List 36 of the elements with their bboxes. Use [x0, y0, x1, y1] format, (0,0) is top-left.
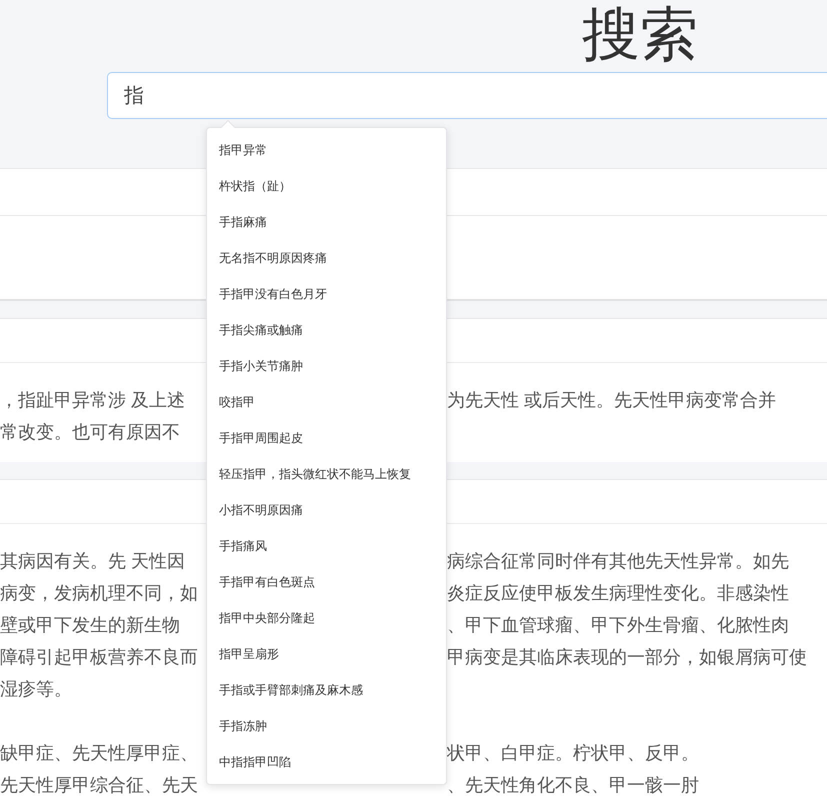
- description-text: 缺甲症、先天性厚甲症、: [0, 742, 198, 762]
- suggestion-item[interactable]: 手指甲没有白色月牙: [207, 276, 446, 312]
- description-text: 为先天性 或后天性。先天性甲病变常合并: [447, 390, 776, 410]
- suggestion-item[interactable]: 无名指不明原因疼痛: [207, 240, 446, 276]
- suggestion-item[interactable]: 手指尖痛或触痛: [207, 312, 446, 348]
- suggestion-item[interactable]: 轻压指甲，指头微红状不能马上恢复: [207, 456, 446, 492]
- suggestion-item[interactable]: 手指甲有白色斑点: [207, 564, 446, 600]
- suggestion-item[interactable]: 指甲中央部分隆起: [207, 600, 446, 636]
- description-text: 状甲、白甲症。柠状甲、反甲。: [447, 742, 699, 762]
- suggestion-item[interactable]: 手指痛风: [207, 528, 446, 564]
- description-text: ，指趾甲异常涉 及上述: [0, 390, 186, 410]
- suggestion-item[interactable]: 小指不明原因痛: [207, 492, 446, 528]
- description-text: 病变，发病机理不同，如: [0, 582, 198, 602]
- suggestion-item[interactable]: 杵状指（趾）: [207, 168, 446, 204]
- search-field[interactable]: 指: [107, 72, 827, 119]
- suggestion-item[interactable]: 咬指甲: [207, 384, 446, 420]
- suggestion-item[interactable]: 手指或手臂部刺痛及麻木感: [207, 672, 446, 708]
- suggestion-item[interactable]: 手指小关节痛肿: [207, 348, 446, 384]
- description-text: 炎症反应使甲板发生病理性变化。非感染性: [447, 582, 789, 602]
- suggestion-item[interactable]: 手指甲周围起皮: [207, 420, 446, 456]
- description-text: 障碍引起甲板营养不良而: [0, 646, 198, 666]
- description-text: 常改变。也可有原因不: [0, 422, 180, 442]
- description-text: 其病因有关。先 天性因: [0, 550, 186, 570]
- description-text: 、甲下血管球瘤、甲下外生骨瘤、化脓性肉: [447, 614, 789, 634]
- description-text: 先天性厚甲综合征、先天: [0, 774, 198, 794]
- description-text: 病综合征常同时伴有其他先天性异常。如先: [447, 550, 789, 570]
- suggestion-item[interactable]: 手指麻痛: [207, 204, 446, 240]
- description-text: 壁或甲下发生的新生物: [0, 614, 180, 634]
- suggestion-item[interactable]: 手指冻肿: [207, 708, 446, 744]
- suggestion-item[interactable]: 指甲异常: [207, 132, 446, 168]
- page-title: 搜索: [582, 2, 699, 68]
- description-text: 甲病变是其临床表现的一部分，如银屑病可使: [447, 646, 807, 666]
- description-text: 、先天性角化不良、甲一骸一肘: [447, 774, 699, 794]
- suggestion-item[interactable]: 指甲呈扇形: [207, 636, 446, 672]
- suggestion-item[interactable]: 中指指甲凹陷: [207, 744, 446, 780]
- description-text: 湿疹等。: [0, 678, 72, 698]
